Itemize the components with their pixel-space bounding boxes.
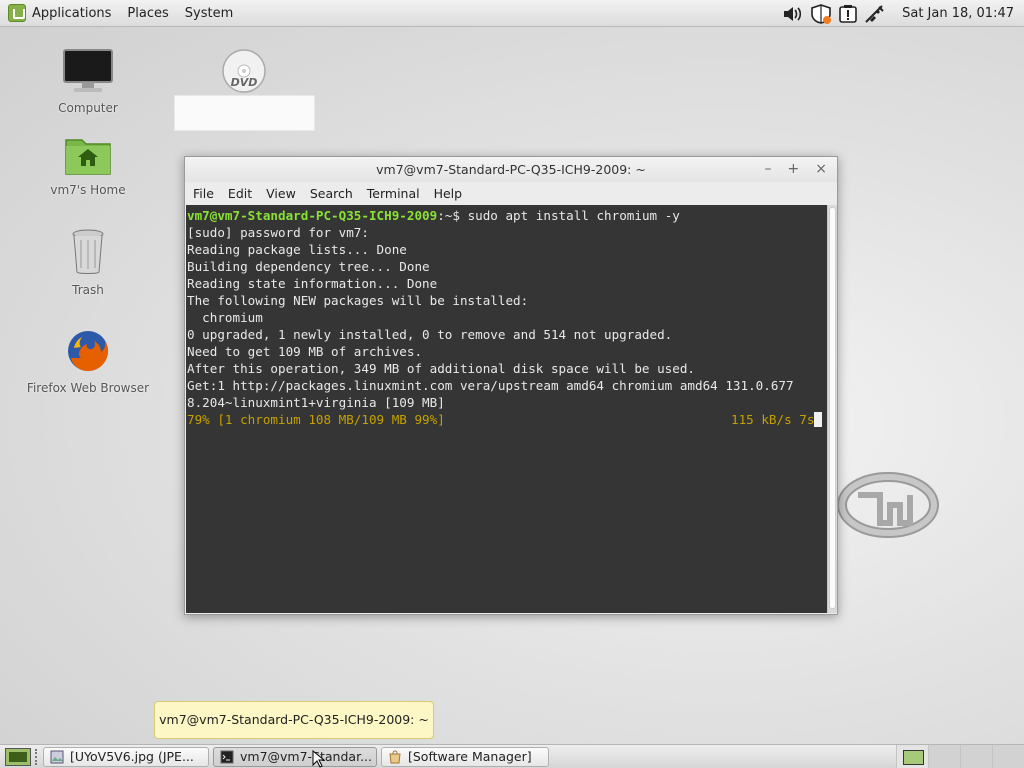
- workspace-4[interactable]: [992, 745, 1024, 768]
- output-line: The following NEW packages will be insta…: [187, 293, 529, 308]
- desktop-icon-label: Computer: [58, 101, 118, 115]
- terminal-icon: [220, 750, 234, 763]
- monitor-icon: [18, 48, 158, 97]
- dvd-label: DVD: [231, 76, 258, 89]
- desktop-icon-home[interactable]: vm7's Home: [18, 134, 158, 197]
- firefox-icon: [18, 328, 158, 377]
- terminal-menubar: File Edit View Search Terminal Help: [185, 182, 837, 204]
- output-line: Get:1 http://packages.linuxmint.com vera…: [187, 378, 794, 393]
- progress-speed: 115 kB/s 7s: [731, 412, 815, 427]
- shield-icon[interactable]: [810, 3, 832, 24]
- mouse-pointer-icon: [312, 750, 326, 768]
- desktop-icon-trash[interactable]: Trash: [18, 228, 158, 297]
- top-panel: Applications Places System Sat Jan 18, 0…: [0, 0, 1024, 27]
- text-cursor: [814, 412, 823, 427]
- output-line: Reading state information... Done: [187, 276, 438, 291]
- menu-terminal[interactable]: Terminal: [367, 186, 420, 201]
- scrollbar-thumb[interactable]: [829, 207, 836, 609]
- desktop-icon-firefox[interactable]: Firefox Web Browser: [18, 328, 158, 395]
- taskbar-item-label: [UYoV5V6.jpg (JPE...: [70, 749, 194, 764]
- menu-edit[interactable]: Edit: [228, 186, 252, 201]
- system-tray: Sat Jan 18, 01:47: [782, 0, 1014, 27]
- output-line: [sudo] password for vm7:: [187, 225, 369, 240]
- minimize-button[interactable]: –: [765, 157, 772, 182]
- menu-places[interactable]: Places: [127, 6, 168, 21]
- taskbar-item-terminal[interactable]: vm7@vm7-Standar...: [213, 746, 377, 767]
- output-line: 8.204~linuxmint1+virginia [109 MB]: [187, 395, 445, 410]
- workspace-2[interactable]: [928, 745, 960, 768]
- terminal-window[interactable]: vm7@vm7-Standard-PC-Q35-ICH9-2009: ~ – +…: [184, 156, 838, 615]
- show-desktop-button[interactable]: [5, 747, 31, 766]
- notification-icon[interactable]: [838, 4, 858, 24]
- menu-system[interactable]: System: [185, 6, 233, 21]
- taskbar-item-label: vm7@vm7-Standar...: [240, 749, 372, 764]
- taskbar-item-label: [Software Manager]: [408, 749, 532, 764]
- workspace-switcher: [896, 745, 1024, 768]
- mint-menu-icon[interactable]: [8, 4, 26, 22]
- menu-help[interactable]: Help: [434, 186, 463, 201]
- output-line: Need to get 109 MB of archives.: [187, 344, 423, 359]
- prompt-path: :~$: [437, 208, 468, 223]
- volume-icon[interactable]: [782, 5, 804, 23]
- network-icon[interactable]: [864, 4, 886, 24]
- menu-applications[interactable]: Applications: [32, 6, 111, 21]
- clock[interactable]: Sat Jan 18, 01:47: [902, 6, 1014, 21]
- output-line: Reading package lists... Done: [187, 242, 407, 257]
- prompt-user: vm7@vm7-Standard-PC-Q35-ICH9-2009: [187, 208, 438, 223]
- taskbar-tooltip: vm7@vm7-Standard-PC-Q35-ICH9-2009: ~: [154, 701, 434, 739]
- workspace-1[interactable]: [896, 745, 928, 768]
- trash-icon: [18, 228, 158, 279]
- command-text: sudo apt install chromium -y: [467, 208, 680, 223]
- download-progress-line: 79% [1 chromium 108 MB/109 MB 99%] 115 kB…: [187, 411, 828, 428]
- bottom-panel: [UYoV5V6.jpg (JPE... vm7@vm7-Standar... …: [0, 744, 1024, 768]
- image-viewer-icon: [50, 750, 64, 763]
- dvd-rename-box[interactable]: [174, 95, 315, 131]
- menu-file[interactable]: File: [193, 186, 214, 201]
- command-line: vm7@vm7-Standard-PC-Q35-ICH9-2009:~$ sud…: [187, 207, 828, 224]
- output-line: 0 upgraded, 1 newly installed, 0 to remo…: [187, 327, 673, 342]
- workspace-3[interactable]: [960, 745, 992, 768]
- maximize-button[interactable]: +: [788, 157, 800, 182]
- output-line: After this operation, 349 MB of addition…: [187, 361, 695, 376]
- terminal-output[interactable]: vm7@vm7-Standard-PC-Q35-ICH9-2009:~$ sud…: [186, 205, 828, 613]
- home-folder-icon: [18, 134, 158, 179]
- desktop-icon-label: Firefox Web Browser: [26, 381, 150, 395]
- desktop-icon-label: vm7's Home: [50, 183, 126, 197]
- software-manager-icon: [389, 750, 401, 763]
- mint-wallpaper-logo: [837, 455, 948, 545]
- dvd-icon: DVD: [174, 48, 314, 97]
- menu-view[interactable]: View: [266, 186, 296, 201]
- window-title: vm7@vm7-Standard-PC-Q35-ICH9-2009: ~: [376, 162, 646, 177]
- terminal-scrollbar[interactable]: [827, 205, 837, 613]
- output-line: Building dependency tree... Done: [187, 259, 430, 274]
- close-button[interactable]: ×: [815, 157, 827, 182]
- desktop-icon-label: Trash: [72, 283, 104, 297]
- taskbar-item-software-manager[interactable]: [Software Manager]: [381, 746, 549, 767]
- terminal-titlebar[interactable]: vm7@vm7-Standard-PC-Q35-ICH9-2009: ~ – +…: [185, 157, 837, 182]
- panel-handle[interactable]: [35, 748, 39, 765]
- output-line: chromium: [187, 310, 263, 325]
- desktop-icon-dvd[interactable]: DVD: [174, 48, 314, 101]
- taskbar-item-image-viewer[interactable]: [UYoV5V6.jpg (JPE...: [43, 746, 209, 767]
- menu-search[interactable]: Search: [310, 186, 353, 201]
- desktop-icon-computer[interactable]: Computer: [18, 48, 158, 115]
- progress-status: 79% [1 chromium 108 MB/109 MB 99%]: [187, 412, 445, 427]
